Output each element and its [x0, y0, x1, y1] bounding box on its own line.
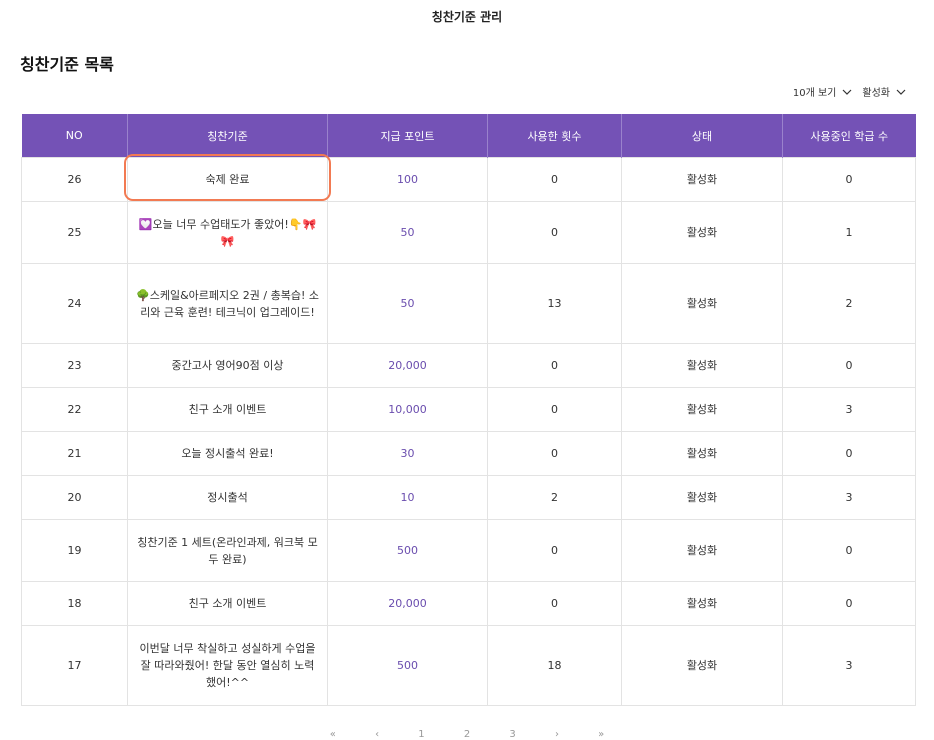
page-size-select[interactable]: 10개 보기	[793, 84, 853, 99]
col-header-criterion[interactable]: 칭찬기준	[127, 114, 328, 158]
cell-no: 25	[21, 201, 128, 264]
cell-status: 활성화	[621, 157, 783, 202]
cell-points: 500	[327, 519, 488, 582]
prev-page-link[interactable]: ‹	[375, 729, 379, 740]
cell-classes: 3	[782, 475, 916, 520]
cell-status: 활성화	[621, 475, 783, 520]
cell-uses: 0	[487, 201, 622, 264]
table-row[interactable]: 21 오늘 정시출석 완료! 30 0 활성화 0	[21, 431, 916, 476]
cell-criterion[interactable]: 중간고사 영어90점 이상	[127, 343, 328, 388]
cell-criterion[interactable]: 친구 소개 이벤트	[127, 581, 328, 626]
cell-no: 23	[21, 343, 128, 388]
cell-no: 17	[21, 625, 128, 706]
table-row[interactable]: 25 💟오늘 너무 수업태도가 좋았어!👇🎀🎀 50 0 활성화 1	[21, 201, 916, 264]
cell-status: 활성화	[621, 263, 783, 344]
cell-criterion[interactable]: 🌳스케일&아르페지오 2권 / 총복습! 소리와 근육 훈련! 테크닉이 업그레…	[127, 263, 328, 344]
page-title: 칭찬기준 관리	[431, 10, 503, 24]
pagination: « ‹ 1 2 3 › »	[0, 729, 934, 740]
chevron-down-icon	[842, 88, 852, 96]
cell-uses: 0	[487, 387, 622, 432]
cell-points: 100	[327, 157, 488, 202]
cell-classes: 2	[782, 263, 916, 344]
cell-uses: 2	[487, 475, 622, 520]
cell-points: 50	[327, 263, 488, 344]
cell-classes: 0	[782, 581, 916, 626]
cell-points: 20,000	[327, 581, 488, 626]
list-controls: 10개 보기 활성화	[793, 84, 906, 99]
cell-uses: 0	[487, 157, 622, 202]
table-row[interactable]: 23 중간고사 영어90점 이상 20,000 0 활성화 0	[21, 343, 916, 388]
table-row[interactable]: 26 숙제 완료 100 0 활성화 0	[21, 154, 916, 202]
cell-classes: 1	[782, 201, 916, 264]
cell-classes: 3	[782, 387, 916, 432]
col-header-no[interactable]: NO	[21, 114, 128, 158]
cell-uses: 0	[487, 581, 622, 626]
cell-no: 19	[21, 519, 128, 582]
page-size-label: 10개 보기	[792, 88, 837, 99]
cell-uses: 13	[487, 263, 622, 344]
col-header-classes[interactable]: 사용중인 학급 수	[782, 114, 916, 158]
cell-uses: 18	[487, 625, 622, 706]
table-row[interactable]: 19 칭찬기준 1 세트(온라인과제, 워크북 모두 완료) 500 0 활성화…	[21, 519, 916, 582]
cell-status: 활성화	[621, 387, 783, 432]
cell-no: 18	[21, 581, 128, 626]
cell-classes: 0	[782, 519, 916, 582]
cell-status: 활성화	[621, 519, 783, 582]
cell-points: 500	[327, 625, 488, 706]
cell-points: 50	[327, 201, 488, 264]
table-row[interactable]: 17 이번달 너무 착실하고 성실하게 수업을 잘 따라와줬어! 한달 동안 열…	[21, 625, 916, 706]
cell-points: 30	[327, 431, 488, 476]
cell-status: 활성화	[621, 431, 783, 476]
table-row[interactable]: 18 친구 소개 이벤트 20,000 0 활성화 0	[21, 581, 916, 626]
cell-no: 22	[21, 387, 128, 432]
page-link[interactable]: 2	[464, 729, 470, 740]
table-row[interactable]: 24 🌳스케일&아르페지오 2권 / 총복습! 소리와 근육 훈련! 테크닉이 …	[21, 263, 916, 344]
cell-status: 활성화	[621, 343, 783, 388]
cell-status: 활성화	[621, 625, 783, 706]
status-filter-label: 활성화	[862, 88, 890, 99]
criteria-table: NO 칭찬기준 지급 포인트 사용한 횟수 상태 사용중인 학급 수 26 숙제…	[21, 114, 916, 706]
cell-no: 24	[21, 263, 128, 344]
col-header-uses[interactable]: 사용한 횟수	[487, 114, 622, 158]
next-page-link[interactable]: ›	[555, 729, 559, 740]
cell-no: 20	[21, 475, 128, 520]
cell-status: 활성화	[621, 201, 783, 264]
cell-points: 20,000	[327, 343, 488, 388]
cell-criterion[interactable]: 💟오늘 너무 수업태도가 좋았어!👇🎀🎀	[127, 201, 328, 264]
table-header-row: NO 칭찬기준 지급 포인트 사용한 횟수 상태 사용중인 학급 수	[21, 114, 916, 158]
cell-status: 활성화	[621, 581, 783, 626]
cell-points: 10,000	[327, 387, 488, 432]
col-header-points[interactable]: 지급 포인트	[327, 114, 488, 158]
cell-uses: 0	[487, 431, 622, 476]
table-row[interactable]: 20 정시출석 10 2 활성화 3	[21, 475, 916, 520]
chevron-down-icon	[896, 88, 906, 96]
cell-classes: 3	[782, 625, 916, 706]
page-link[interactable]: 3	[509, 729, 515, 740]
cell-criterion[interactable]: 숙제 완료	[124, 154, 331, 202]
cell-classes: 0	[782, 431, 916, 476]
col-header-status[interactable]: 상태	[621, 114, 783, 158]
cell-criterion[interactable]: 친구 소개 이벤트	[127, 387, 328, 432]
cell-criterion[interactable]: 오늘 정시출석 완료!	[127, 431, 328, 476]
cell-points: 10	[327, 475, 488, 520]
cell-no: 21	[21, 431, 128, 476]
cell-uses: 0	[487, 343, 622, 388]
section-title: 칭찬기준 목록	[20, 55, 114, 74]
page-link[interactable]: 1	[418, 729, 424, 740]
status-filter-select[interactable]: 활성화	[862, 84, 906, 99]
first-page-link[interactable]: «	[330, 729, 336, 740]
cell-classes: 0	[782, 343, 916, 388]
cell-no: 26	[21, 157, 128, 202]
cell-classes: 0	[782, 157, 916, 202]
cell-uses: 0	[487, 519, 622, 582]
last-page-link[interactable]: »	[598, 729, 604, 740]
cell-criterion[interactable]: 이번달 너무 착실하고 성실하게 수업을 잘 따라와줬어! 한달 동안 열심히 …	[127, 625, 328, 706]
table-row[interactable]: 22 친구 소개 이벤트 10,000 0 활성화 3	[21, 387, 916, 432]
cell-criterion[interactable]: 정시출석	[127, 475, 328, 520]
criterion-text: 숙제 완료	[205, 173, 250, 186]
cell-criterion[interactable]: 칭찬기준 1 세트(온라인과제, 워크북 모두 완료)	[127, 519, 328, 582]
